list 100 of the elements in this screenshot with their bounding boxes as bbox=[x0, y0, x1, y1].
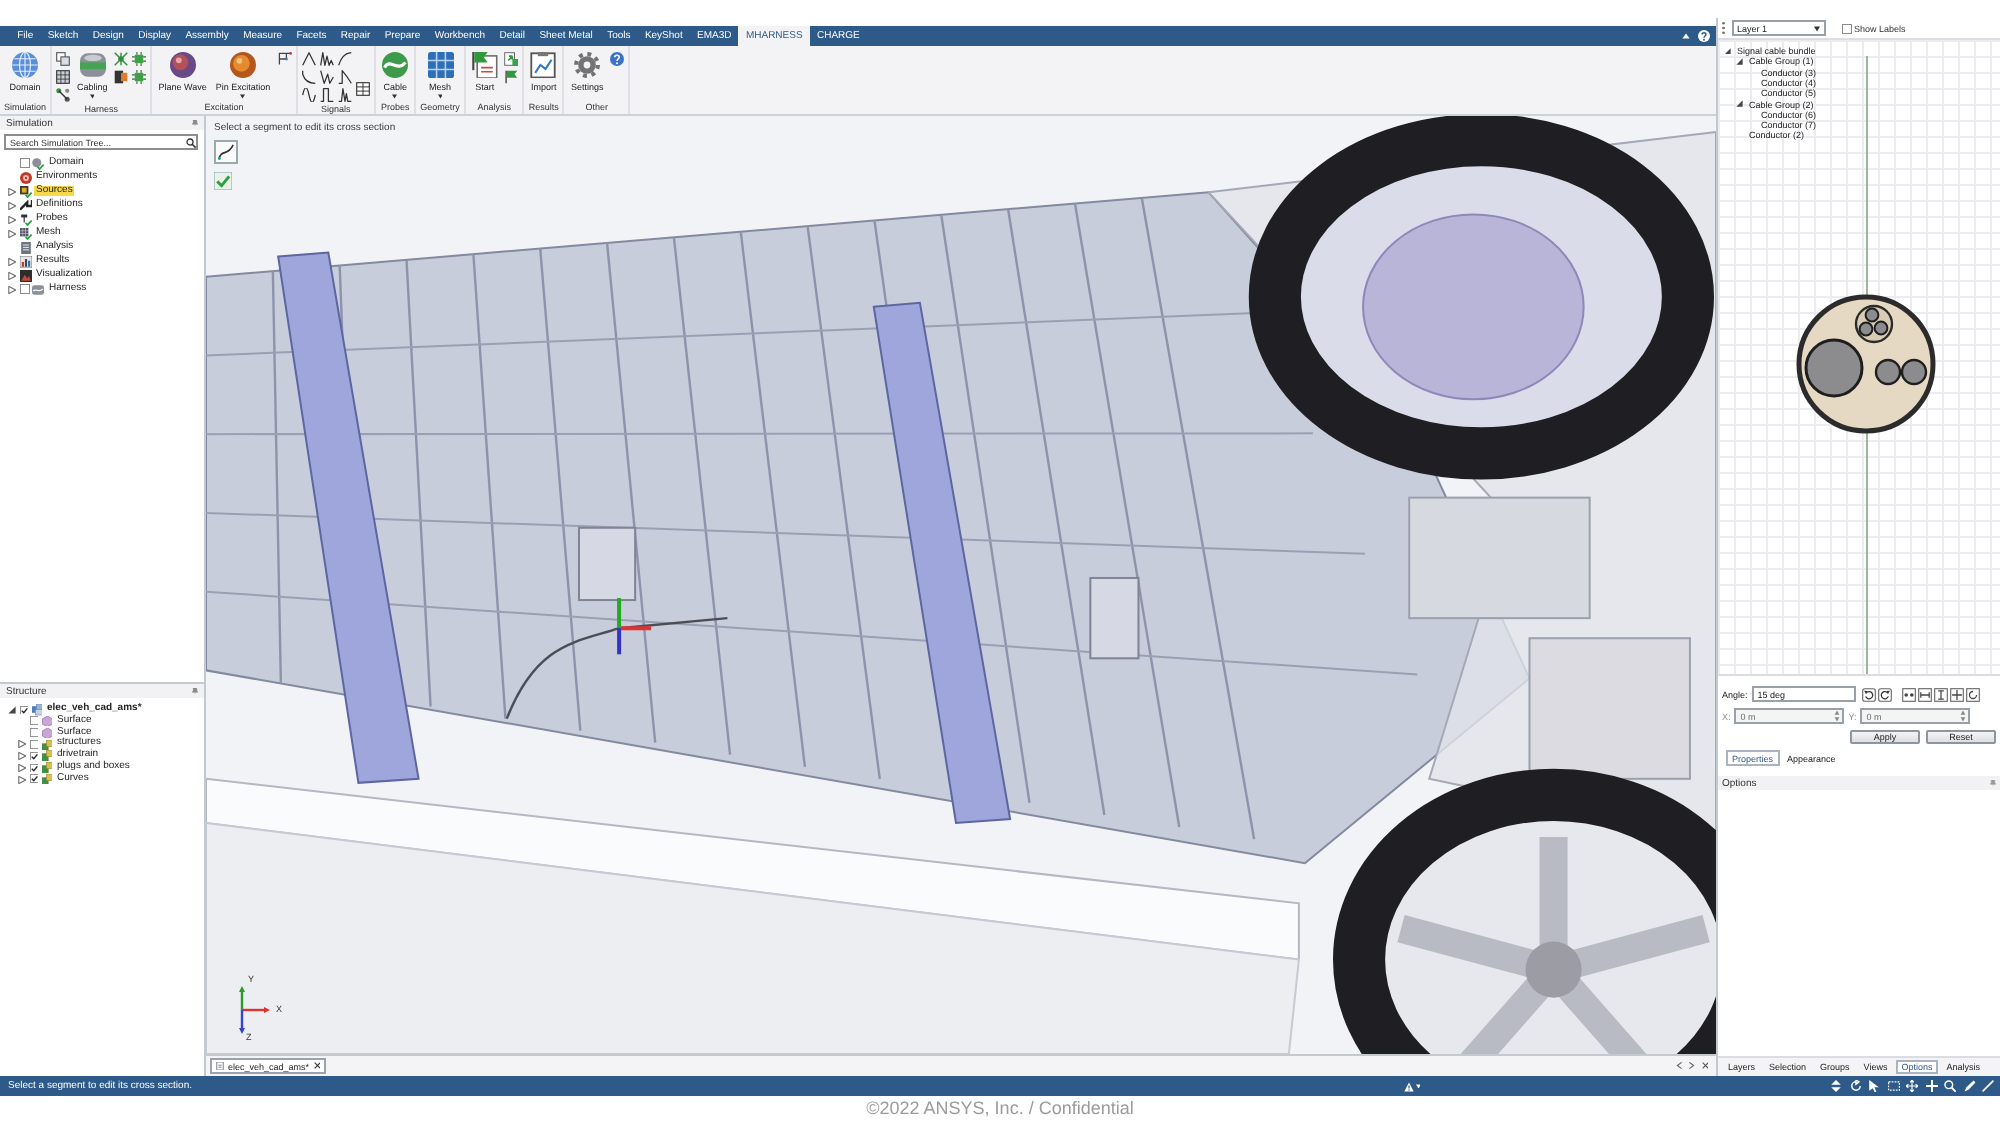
cable-icon bbox=[32, 283, 44, 295]
tree-arrow-icon[interactable] bbox=[1736, 100, 1744, 108]
drag-handle-icon bbox=[1722, 22, 1725, 34]
grid-icon[interactable] bbox=[56, 70, 71, 84]
spin-arrows-icon[interactable] bbox=[1830, 1080, 1842, 1092]
tree-arrow-icon[interactable] bbox=[1736, 58, 1744, 66]
conductor-circle[interactable] bbox=[1900, 358, 1928, 386]
tree-arrow-icon[interactable] bbox=[17, 752, 25, 761]
mesh-grid-icon bbox=[427, 52, 454, 78]
zoom-icon[interactable] bbox=[1944, 1080, 1956, 1092]
sine-wave-icon[interactable] bbox=[301, 88, 316, 102]
rotate-left-icon[interactable] bbox=[1861, 687, 1876, 701]
rotate-icon[interactable] bbox=[1965, 687, 1980, 701]
pin-icon[interactable] bbox=[192, 688, 198, 694]
spinner-arrows-icon bbox=[1960, 710, 1967, 722]
nodes-icon[interactable] bbox=[56, 88, 71, 102]
close-icon[interactable] bbox=[313, 1062, 321, 1070]
help-icon[interactable] bbox=[610, 52, 625, 66]
align-icon[interactable] bbox=[1933, 687, 1948, 701]
decay-icon[interactable] bbox=[301, 70, 316, 84]
caret-icon bbox=[1813, 25, 1819, 31]
settings-icon bbox=[574, 52, 601, 78]
tree-arrow-icon[interactable] bbox=[1724, 47, 1732, 55]
flag-icon[interactable] bbox=[504, 70, 519, 84]
distribute-icon[interactable] bbox=[1901, 687, 1916, 701]
tree-arrow-icon[interactable] bbox=[7, 285, 15, 293]
warning-icon bbox=[1403, 1081, 1413, 1091]
move-icon[interactable] bbox=[1925, 1080, 1937, 1092]
tree-arrow-icon[interactable] bbox=[7, 201, 15, 209]
spike-icon[interactable] bbox=[337, 88, 352, 102]
curve-icon bbox=[218, 144, 234, 160]
checkbox[interactable] bbox=[29, 763, 38, 773]
pointer-icon[interactable] bbox=[1868, 1080, 1880, 1092]
tree-arrow-icon[interactable] bbox=[7, 215, 15, 223]
check-icon[interactable] bbox=[214, 172, 232, 190]
checkbox[interactable] bbox=[19, 705, 28, 715]
conductor-circle[interactable] bbox=[1804, 338, 1864, 398]
pan-icon[interactable] bbox=[1906, 1080, 1918, 1092]
conductor-circle[interactable] bbox=[1873, 320, 1889, 336]
checkbox[interactable] bbox=[19, 158, 29, 168]
damped-wave-icon[interactable] bbox=[319, 52, 334, 66]
branch-icon[interactable] bbox=[277, 52, 292, 66]
pin-icon[interactable] bbox=[1990, 780, 1996, 786]
grid-check-icon bbox=[19, 227, 31, 239]
search-icon bbox=[185, 137, 195, 147]
globe-icon bbox=[12, 52, 38, 78]
target-icon bbox=[19, 171, 31, 183]
line-icon[interactable] bbox=[1982, 1080, 1994, 1092]
checkbox[interactable] bbox=[29, 716, 38, 726]
document-arrow-icon[interactable] bbox=[504, 52, 519, 66]
tree-arrow-icon[interactable] bbox=[17, 740, 25, 749]
pen-icon[interactable] bbox=[1963, 1080, 1975, 1092]
tile-check-icon bbox=[19, 185, 31, 197]
checkbox[interactable] bbox=[1841, 23, 1851, 33]
document-icon bbox=[19, 241, 31, 253]
step-icon[interactable] bbox=[337, 70, 352, 84]
image-icon bbox=[19, 269, 31, 281]
close-icon[interactable] bbox=[1701, 1062, 1708, 1070]
footer-text: ©2022 ANSYS, Inc. / Confidential bbox=[866, 1096, 1134, 1120]
checkbox[interactable] bbox=[29, 774, 38, 784]
conductor-circle[interactable] bbox=[1858, 321, 1874, 337]
checkbox[interactable] bbox=[19, 284, 29, 294]
spinner-arrows-icon bbox=[1834, 710, 1841, 722]
triangle-wave-icon[interactable] bbox=[301, 52, 316, 66]
tree-arrow-icon[interactable] bbox=[7, 187, 15, 195]
sphere-icon bbox=[169, 52, 196, 78]
axis-triad-icon bbox=[234, 986, 270, 1034]
cable-drum-icon bbox=[79, 52, 106, 78]
rotate-right-icon[interactable] bbox=[1877, 687, 1892, 701]
sphere-check-icon bbox=[32, 157, 44, 169]
network-icon[interactable] bbox=[114, 52, 129, 66]
tree-arrow-icon[interactable] bbox=[17, 763, 25, 772]
checkbox[interactable] bbox=[29, 728, 38, 738]
pin-check-icon bbox=[19, 213, 31, 225]
checkbox[interactable] bbox=[29, 751, 38, 761]
copy-icon[interactable] bbox=[56, 52, 71, 66]
document-icon bbox=[216, 1062, 224, 1070]
curve-tool-button[interactable] bbox=[214, 140, 238, 164]
help-icon[interactable] bbox=[1698, 30, 1710, 42]
pulse-icon[interactable] bbox=[319, 88, 334, 102]
center-icon[interactable] bbox=[1949, 687, 1964, 701]
zigzag-icon[interactable] bbox=[319, 70, 334, 84]
collapse-caret-icon[interactable] bbox=[1682, 32, 1690, 40]
tree-arrow-icon[interactable] bbox=[7, 229, 15, 237]
select-box-icon[interactable] bbox=[1887, 1080, 1899, 1092]
spacing-icon[interactable] bbox=[1917, 687, 1932, 701]
chevron-right-icon[interactable] bbox=[1688, 1062, 1695, 1070]
conductor-circle[interactable] bbox=[1864, 307, 1880, 323]
table-icon[interactable] bbox=[356, 82, 371, 96]
tree-arrow-icon[interactable] bbox=[7, 705, 15, 714]
chevron-left-icon[interactable] bbox=[1675, 1062, 1682, 1070]
conductor-circle[interactable] bbox=[1874, 358, 1902, 386]
pin-icon[interactable] bbox=[192, 120, 198, 126]
tree-arrow-icon[interactable] bbox=[17, 775, 25, 784]
plug-icon[interactable] bbox=[114, 70, 129, 84]
checkbox[interactable] bbox=[29, 740, 38, 750]
bar-chart-icon bbox=[19, 255, 31, 267]
tree-arrow-icon[interactable] bbox=[7, 257, 15, 265]
tree-arrow-icon[interactable] bbox=[7, 271, 15, 279]
ramp-icon[interactable] bbox=[337, 52, 352, 66]
